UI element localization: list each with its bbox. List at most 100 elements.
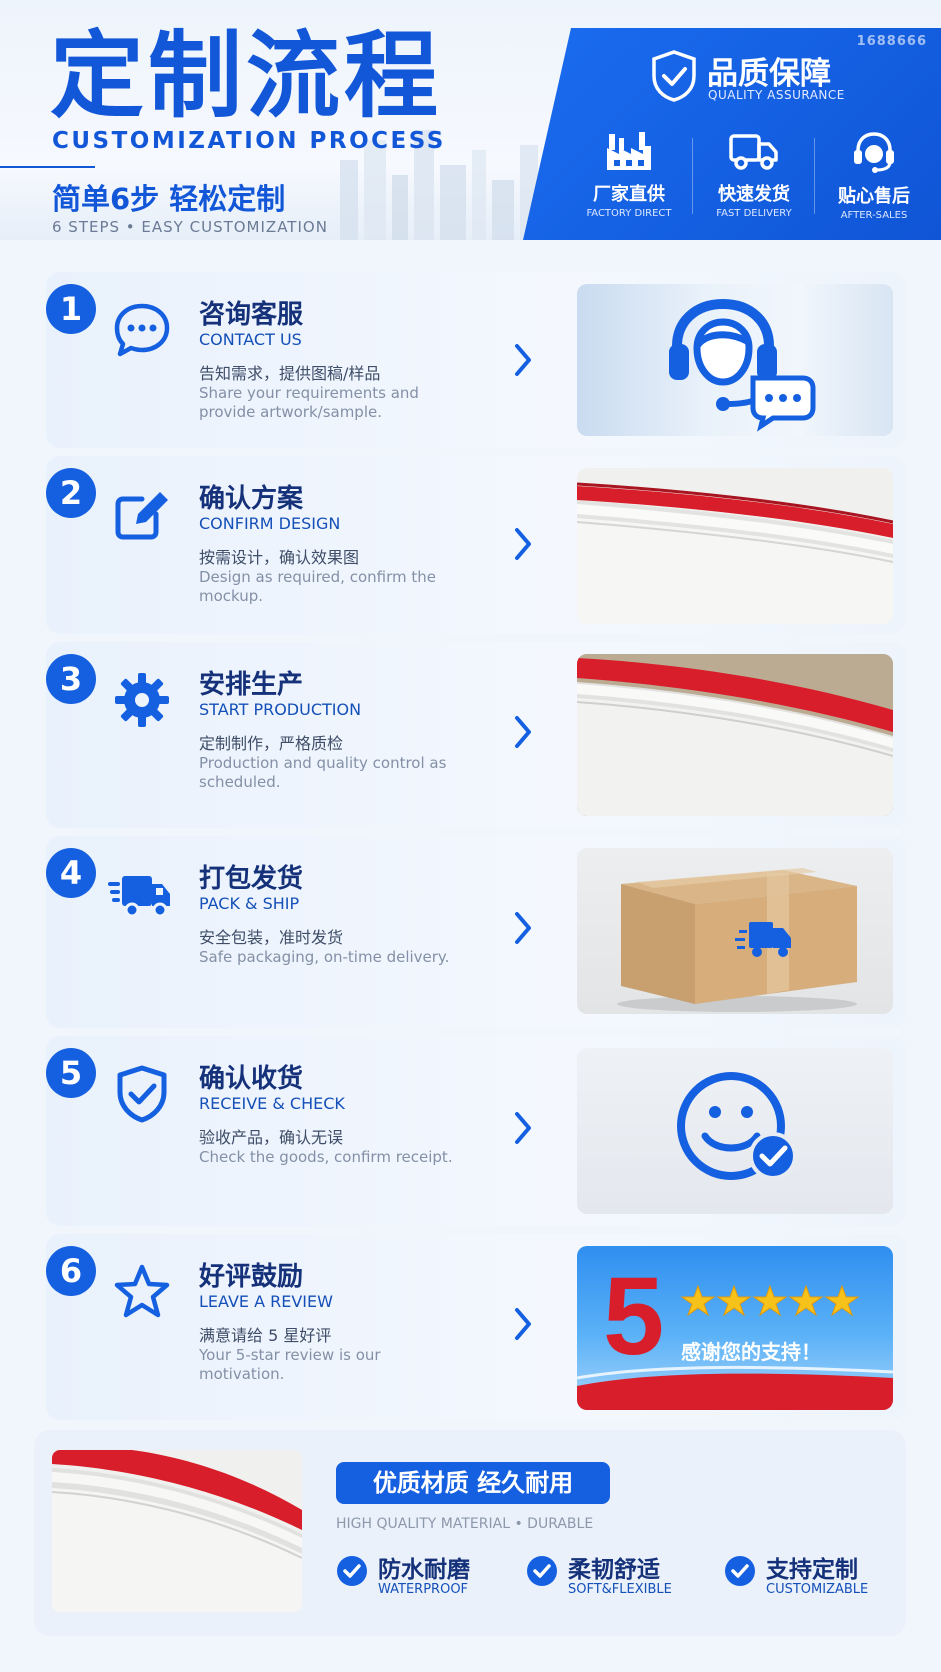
shipping-box-image [577, 848, 893, 1014]
cardboard-box-illustration [617, 868, 857, 1012]
step-description: 按需设计，确认效果图 [199, 548, 360, 567]
customer-service-agent-icon [669, 298, 816, 432]
feature-factory-direct: 厂家直供 FACTORY DIRECT [569, 130, 689, 219]
step-number-badge: 1 [46, 284, 96, 334]
fabric-material-illustration [52, 1450, 302, 1612]
step-number-badge: 4 [46, 848, 96, 898]
feature-label: 快速发货 [718, 184, 790, 205]
check-circle-icon [527, 1556, 557, 1586]
feature-title-en: SOFT&FLEXIBLE [568, 1582, 672, 1597]
page-subtitle-en: 6 STEPS • EASY CUSTOMIZATION [52, 218, 328, 236]
step-card-3: 3 安排生产 START PRODUCTION 定制制作，严格质检 Produc… [46, 642, 906, 828]
step-title: 安排生产 [199, 670, 304, 700]
shield-check-icon [117, 1065, 167, 1123]
check-circle-icon [725, 1556, 755, 1586]
edit-icon [115, 492, 168, 540]
feature-divider [692, 138, 693, 214]
five-star-review-image: 5 感谢您的支持！ [577, 1246, 893, 1410]
feature-label: 贴心售后 [838, 186, 910, 207]
star-icon [114, 1264, 170, 1318]
material-subheadline: HIGH QUALITY MATERIAL • DURABLE [336, 1516, 594, 1532]
step-card-1: 1 咨询客服 CONTACT US 告知需求，提供图稿/样品 Share you… [46, 272, 906, 448]
chevron-right-icon [515, 1308, 531, 1340]
headset-icon [854, 132, 894, 173]
chevron-right-icon [515, 528, 531, 560]
step-title: 确认方案 [199, 484, 304, 514]
step-title-en: START PRODUCTION [199, 700, 362, 719]
feature-title: 防水耐磨 [378, 1557, 470, 1583]
step-title-en: PACK & SHIP [199, 894, 300, 913]
step-description-en: Check the goods, confirm receipt. [199, 1148, 453, 1166]
page-title-en: CUSTOMIZATION PROCESS [52, 128, 446, 154]
chevron-right-icon [515, 716, 531, 748]
step-description: 告知需求，提供图稿/样品 [199, 364, 381, 383]
quality-title: 品质保障 [707, 56, 831, 92]
quality-subtitle: QUALITY ASSURANCE [708, 88, 845, 102]
step-description-en: Your 5-star review is our motivation. [199, 1346, 381, 1383]
chevron-right-icon [515, 912, 531, 944]
step-description: 定制制作，严格质检 [199, 734, 344, 753]
step-title-en: CONFIRM DESIGN [199, 514, 341, 533]
feature-after-sales: 贴心售后 AFTER-SALES [814, 130, 934, 221]
material-closeup-image [52, 1450, 302, 1612]
step-description: 验收产品，确认无误 [199, 1128, 344, 1147]
chat-bubble-icon [114, 303, 170, 357]
title-divider [0, 166, 95, 168]
step-card-6: 6 好评鼓励 LEAVE A REVIEW 满意请给 5 星好评 Your 5-… [46, 1234, 906, 1420]
review-big-number: 5 [603, 1255, 665, 1378]
step-title: 确认收货 [199, 1064, 304, 1094]
step-title: 打包发货 [199, 864, 304, 894]
fast-truck-icon [108, 876, 170, 918]
fabric-edge-illustration [577, 468, 893, 624]
feature-label-en: AFTER-SALES [840, 210, 908, 221]
review-thanks-text: 感谢您的支持！ [681, 1340, 821, 1364]
factory-icon [607, 132, 651, 170]
smiley-check-icon [677, 1072, 797, 1180]
step-title-en: CONTACT US [199, 330, 302, 349]
fabric-production-illustration [577, 654, 893, 816]
feature-title-en: WATERPROOF [378, 1582, 469, 1597]
step-description: 满意请给 5 星好评 [199, 1326, 332, 1345]
feature-title: 支持定制 [766, 1557, 858, 1583]
feature-label-en: FACTORY DIRECT [586, 208, 672, 219]
step-description-en: Share your requirements and provide artw… [199, 384, 419, 421]
satisfied-customer-image [577, 1048, 893, 1214]
feature-label-en: FAST DELIVERY [716, 208, 792, 219]
step-description: 安全包装，准时发货 [199, 928, 344, 947]
chevron-right-icon [515, 1112, 531, 1144]
shield-check-icon [652, 50, 696, 102]
step-title: 好评鼓励 [199, 1262, 304, 1292]
step-title-en: LEAVE A REVIEW [199, 1292, 333, 1311]
step-title: 咨询客服 [199, 300, 304, 330]
watermark-text: 1688666 [856, 34, 927, 49]
feature-customizable: 支持定制 CUSTOMIZABLE [724, 1550, 884, 1600]
step-card-5: 5 确认收货 RECEIVE & CHECK 验收产品，确认无误 Check t… [46, 1036, 906, 1226]
step-card-4: 4 打包发货 PACK & SHIP 安全包装，准时发货 Safe packag… [46, 836, 906, 1028]
step-description-en: Design as required, confirm the mockup. [199, 568, 436, 605]
step-card-2: 2 确认方案 CONFIRM DESIGN 按需设计，确认效果图 Design … [46, 456, 906, 634]
feature-soft-flexible: 柔韧舒适 SOFT&FLEXIBLE [526, 1550, 686, 1600]
gear-icon [115, 673, 169, 727]
feature-title-en: CUSTOMIZABLE [766, 1582, 869, 1597]
fabric-closeup-image [577, 468, 893, 624]
feature-title: 柔韧舒适 [568, 1557, 660, 1583]
step-description-en: Safe packaging, on-time delivery. [199, 948, 450, 966]
material-headline: 优质材质 经久耐用 [336, 1462, 610, 1504]
step-number-badge: 6 [46, 1246, 96, 1296]
customer-service-image [577, 284, 893, 436]
material-quality-section: 优质材质 经久耐用 HIGH QUALITY MATERIAL • DURABL… [34, 1430, 906, 1636]
truck-icon [729, 134, 778, 170]
step-number-badge: 3 [46, 654, 96, 704]
feature-fast-delivery: 快速发货 FAST DELIVERY [694, 130, 814, 219]
page-title: 定制流程 [50, 22, 443, 131]
step-title-en: RECEIVE & CHECK [199, 1094, 345, 1113]
check-circle-icon [337, 1556, 367, 1586]
chevron-right-icon [515, 344, 531, 376]
step-number-badge: 5 [46, 1048, 96, 1098]
page-subtitle: 简单6步 轻松定制 [52, 182, 286, 216]
feature-label: 厂家直供 [593, 184, 665, 205]
step-description-en: Production and quality control as schedu… [199, 754, 447, 791]
production-fabric-image [577, 654, 893, 816]
step-number-badge: 2 [46, 468, 96, 518]
feature-waterproof: 防水耐磨 WATERPROOF [336, 1550, 486, 1600]
